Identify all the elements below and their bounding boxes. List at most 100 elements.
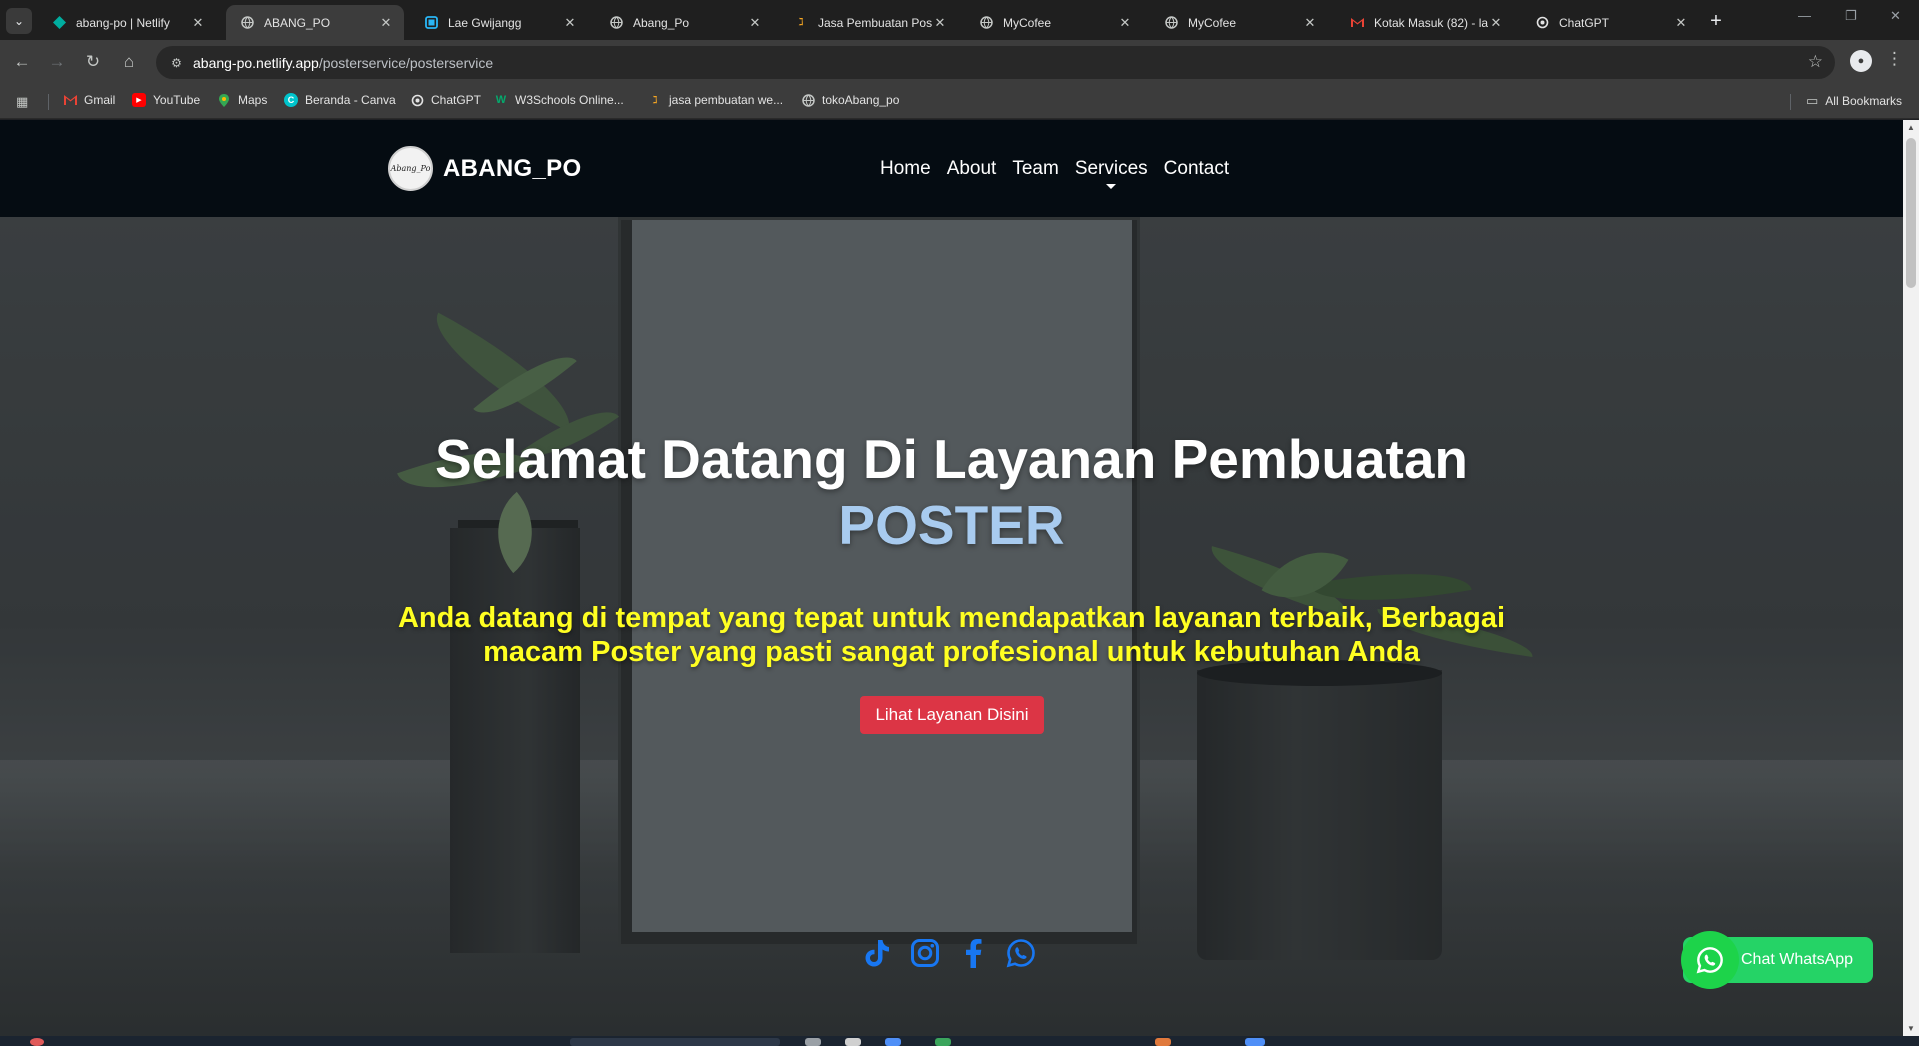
taskbar-app-icon[interactable] bbox=[935, 1038, 951, 1046]
hero-title-accent: POSTER bbox=[838, 494, 1065, 556]
close-icon[interactable]: ✕ bbox=[1117, 15, 1133, 31]
tab-mycofee[interactable]: MyCofee ✕ bbox=[965, 5, 1143, 40]
close-icon[interactable]: ✕ bbox=[932, 15, 948, 31]
instagram-icon[interactable] bbox=[908, 936, 942, 970]
site-navbar: Abang_Po ABANG_PO Home About Team Servic… bbox=[0, 120, 1903, 217]
nav-contact[interactable]: Contact bbox=[1164, 158, 1229, 180]
taskbar-app-icon[interactable] bbox=[1245, 1038, 1265, 1046]
site-info-icon[interactable]: ⚙ bbox=[168, 54, 185, 71]
fiverr-icon: ℷ bbox=[798, 17, 804, 28]
tab-netlify[interactable]: abang-po | Netlify ✕ bbox=[38, 5, 216, 40]
whatsapp-icon bbox=[1681, 931, 1739, 989]
profile-avatar[interactable]: ● bbox=[1850, 50, 1872, 72]
home-icon[interactable]: ⌂ bbox=[116, 49, 142, 75]
hero-subtitle: Anda datang di tempat yang tepat untuk m… bbox=[397, 602, 1506, 668]
folder-icon: ▭ bbox=[1806, 93, 1819, 108]
nav-home[interactable]: Home bbox=[880, 158, 931, 180]
minimize-icon[interactable]: — bbox=[1798, 8, 1811, 23]
globe-icon bbox=[801, 93, 815, 107]
taskbar-app-icon[interactable] bbox=[845, 1038, 861, 1046]
chat-whatsapp-button[interactable]: Chat WhatsApp bbox=[1681, 931, 1873, 989]
taskbar-app-icon[interactable] bbox=[805, 1038, 821, 1046]
netlify-icon bbox=[52, 16, 66, 30]
bookmark-jasa-pembuatan[interactable]: ℷ jasa pembuatan we... bbox=[648, 93, 784, 107]
restore-icon[interactable]: ❐ bbox=[1845, 8, 1857, 24]
close-icon[interactable]: ✕ bbox=[1488, 15, 1504, 31]
site-brand[interactable]: Abang_Po ABANG_PO bbox=[388, 146, 581, 191]
bookmark-maps[interactable]: Maps bbox=[217, 93, 267, 107]
view-services-button[interactable]: Lihat Layanan Disini bbox=[860, 696, 1044, 734]
youtube-icon: ▶ bbox=[132, 93, 146, 107]
scroll-up-icon[interactable]: ▲ bbox=[1907, 123, 1915, 132]
hero-title: Selamat Datang Di Layanan Pembuatan POST… bbox=[300, 426, 1603, 558]
canva-icon: C bbox=[284, 93, 298, 107]
bookmark-label: YouTube bbox=[153, 93, 201, 107]
tab-gmail[interactable]: Kotak Masuk (82) - la ✕ bbox=[1336, 5, 1514, 40]
forward-icon[interactable]: → bbox=[44, 49, 70, 75]
social-links bbox=[860, 936, 1052, 970]
tab-title: ChatGPT bbox=[1559, 15, 1610, 30]
reload-icon[interactable]: ↻ bbox=[80, 49, 106, 75]
nav-services[interactable]: Services bbox=[1075, 158, 1148, 189]
menu-icon[interactable]: ⋮ bbox=[1886, 49, 1903, 69]
back-icon[interactable]: ← bbox=[9, 49, 35, 75]
tab-title: Jasa Pembuatan Post bbox=[818, 15, 932, 30]
hero-title-main: Selamat Datang Di Layanan Pembuatan bbox=[434, 428, 1469, 490]
apps-grid-icon[interactable]: ▦ bbox=[16, 94, 28, 110]
page-scrollbar[interactable]: ▲ ▼ bbox=[1903, 120, 1919, 1036]
bookmark-gmail[interactable]: Gmail bbox=[63, 93, 115, 107]
taskbar-app-icon[interactable] bbox=[885, 1038, 901, 1046]
whatsapp-icon[interactable] bbox=[1004, 936, 1038, 970]
bookmark-tokoabang-po[interactable]: tokoAbang_po bbox=[801, 93, 899, 107]
tab-title: ABANG_PO bbox=[264, 15, 331, 30]
bookmarks-bar: ▦ Gmail ▶ YouTube Maps C Beranda - Canva… bbox=[0, 85, 1919, 119]
scroll-down-icon[interactable]: ▼ bbox=[1907, 1024, 1915, 1033]
new-tab-button[interactable]: + bbox=[1703, 8, 1729, 34]
url-text[interactable]: abang-po.netlify.app/posterservice/poste… bbox=[193, 55, 493, 71]
tab-title: MyCofee bbox=[1003, 15, 1052, 30]
tab-abang-po-2[interactable]: Abang_Po ✕ bbox=[595, 5, 773, 40]
bookmark-star-icon[interactable]: ☆ bbox=[1808, 52, 1823, 72]
weather-icon[interactable] bbox=[30, 1038, 44, 1046]
facebook-icon[interactable] bbox=[956, 936, 990, 970]
browser-window: ⌄ abang-po | Netlify ✕ ABANG_PO ✕ Lae Gw… bbox=[0, 0, 1919, 1046]
taskbar-app-icon[interactable] bbox=[1155, 1038, 1171, 1046]
close-icon[interactable]: ✕ bbox=[378, 15, 394, 31]
close-icon[interactable]: ✕ bbox=[190, 15, 206, 31]
chatgpt-icon bbox=[1535, 16, 1549, 30]
gmail-icon bbox=[63, 93, 77, 107]
bookmark-label: Gmail bbox=[84, 93, 116, 107]
tab-chatgpt[interactable]: ChatGPT ✕ bbox=[1521, 5, 1699, 40]
close-window-icon[interactable]: ✕ bbox=[1890, 8, 1901, 24]
tab-search-button[interactable]: ⌄ bbox=[6, 8, 32, 34]
nav-team[interactable]: Team bbox=[1012, 158, 1058, 180]
address-bar[interactable]: ⚙ abang-po.netlify.app/posterservice/pos… bbox=[156, 46, 1835, 79]
all-bookmarks-button[interactable]: ▭ All Bookmarks bbox=[1806, 93, 1902, 109]
page-icon bbox=[424, 16, 438, 30]
tiktok-icon[interactable] bbox=[860, 936, 894, 970]
tab-title: MyCofee bbox=[1188, 15, 1237, 30]
close-icon[interactable]: ✕ bbox=[1302, 15, 1318, 31]
brand-name: ABANG_PO bbox=[443, 154, 582, 182]
close-icon[interactable]: ✕ bbox=[562, 15, 578, 31]
bookmark-w3schools[interactable]: W W3Schools Online... bbox=[494, 93, 624, 107]
dark-overlay bbox=[0, 120, 1903, 1036]
bookmark-youtube[interactable]: ▶ YouTube bbox=[132, 93, 200, 107]
bookmark-canva[interactable]: C Beranda - Canva bbox=[284, 93, 396, 107]
chatgpt-icon bbox=[410, 93, 424, 107]
tab-title: Lae Gwijangg bbox=[448, 15, 522, 30]
taskbar-search[interactable] bbox=[570, 1038, 780, 1046]
tab-lae-gwijangg[interactable]: Lae Gwijangg ✕ bbox=[410, 5, 588, 40]
close-icon[interactable]: ✕ bbox=[747, 15, 763, 31]
nav-about[interactable]: About bbox=[947, 158, 997, 180]
tab-abang-po[interactable]: ABANG_PO ✕ bbox=[226, 5, 404, 40]
hero-background bbox=[0, 120, 1903, 1036]
tab-jasa-pembuatan[interactable]: ℷ Jasa Pembuatan Post ✕ bbox=[780, 5, 958, 40]
tab-mycofee-2[interactable]: MyCofee ✕ bbox=[1150, 5, 1328, 40]
scrollbar-thumb[interactable] bbox=[1906, 138, 1916, 288]
nav-links: Home About Team Services Contact bbox=[880, 158, 1245, 189]
bookmark-chatgpt[interactable]: ChatGPT bbox=[410, 93, 481, 107]
close-icon[interactable]: ✕ bbox=[1673, 15, 1689, 31]
bookmark-label: Maps bbox=[238, 93, 268, 107]
page-viewport: Abang_Po ABANG_PO Home About Team Servic… bbox=[0, 120, 1903, 1036]
